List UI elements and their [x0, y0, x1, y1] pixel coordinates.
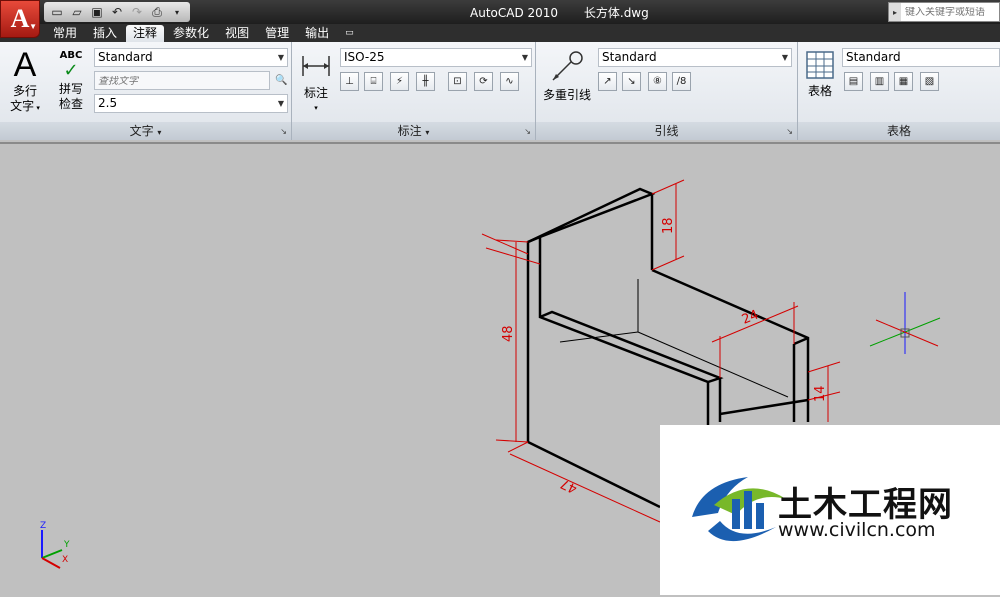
title-bar: ▭ ▱ ▣ ↶ ↷ ⎙ ▾ AutoCAD 2010 长方体.dwg ▸ — [0, 0, 1000, 24]
tab-parametric[interactable]: 参数化 — [166, 25, 216, 42]
open-icon[interactable]: ▱ — [68, 4, 86, 20]
text-style-select[interactable]: Standard ▼ — [94, 48, 288, 67]
dim-break-icon[interactable]: ⊥ — [340, 72, 359, 91]
search-box: ▸ — [888, 2, 1000, 22]
dimension-button[interactable]: 标注 ▾ — [298, 50, 334, 116]
collect-leader-icon[interactable]: ∕8 — [672, 72, 691, 91]
linear-dimension-icon — [302, 56, 330, 76]
crosshair-cursor — [869, 292, 941, 354]
align-leader-icon[interactable]: ⑧ — [648, 72, 667, 91]
redo-icon[interactable]: ↷ — [128, 4, 146, 20]
find-text-field — [94, 71, 270, 90]
multiline-text-button[interactable]: A 多行 文字 ▾ — [6, 46, 44, 116]
dimension-panel-title[interactable]: 标注 ▾ — [292, 122, 535, 140]
ucs-x-label: X — [62, 555, 68, 565]
multiline-text-label-2: 文字 — [10, 99, 35, 113]
tab-annotate[interactable]: 注释 — [126, 25, 165, 42]
table-button-label: 表格 — [807, 84, 832, 98]
file-name: 长方体.dwg — [583, 6, 649, 20]
dim-label-14: 14 — [813, 385, 828, 402]
save-icon[interactable]: ▣ — [88, 4, 106, 20]
tab-view[interactable]: 视图 — [218, 25, 256, 42]
table-download-icon[interactable]: ▦ — [894, 72, 913, 91]
table-link-icon[interactable]: ▤ — [844, 72, 863, 91]
multileader-icon — [552, 51, 583, 81]
multileader-style-select[interactable]: Standard ▼ — [598, 48, 792, 67]
text-height-select[interactable]: 2.5 ▼ — [94, 94, 288, 113]
panel-launcher-icon[interactable]: ↘ — [280, 127, 287, 136]
dim-continue-icon[interactable]: ⊡ — [448, 72, 467, 91]
app-title: AutoCAD 2010 — [470, 6, 559, 20]
panel-launcher-icon[interactable]: ↘ — [524, 127, 531, 136]
window-title: AutoCAD 2010 长方体.dwg — [470, 4, 671, 21]
dimension-button-label: 标注 — [303, 86, 328, 100]
dim-jogline-icon[interactable]: ∿ — [500, 72, 519, 91]
ribbon: A 多行 文字 ▾ ABC ✓ 拼写 检查 Standard ▼ 🔍 — [0, 42, 1000, 140]
text-panel: A 多行 文字 ▾ ABC ✓ 拼写 检查 Standard ▼ 🔍 — [0, 42, 292, 140]
multileader-label: 多重引线 — [542, 88, 591, 102]
text-a-icon: A — [13, 46, 37, 84]
dim-space-icon[interactable]: ╫ — [416, 72, 435, 91]
dimension-style-select[interactable]: ISO-25 ▼ — [340, 48, 532, 67]
spell-check-button[interactable]: ABC ✓ 拼写 检查 — [54, 50, 88, 112]
table-panel-title: 表格 — [798, 122, 1000, 140]
table-panel: 表格 Standard ▤ ▥ ▦ ▧ 表格 — [798, 42, 1000, 140]
table-button[interactable]: 表格 — [802, 50, 838, 99]
watermark: 土木工程网 www.civilcn.com — [660, 425, 1000, 595]
search-input[interactable] — [901, 6, 997, 18]
leader-panel-title: 引线 — [536, 122, 797, 140]
ucs-y-label: Y — [63, 540, 70, 550]
undo-icon[interactable]: ↶ — [108, 4, 126, 20]
dim-label-18: 18 — [661, 217, 676, 234]
find-replace-icon[interactable]: 🔍 — [272, 71, 291, 90]
watermark-url: www.civilcn.com — [778, 519, 936, 541]
tab-insert[interactable]: 插入 — [86, 25, 124, 42]
spell-check-label-2: 检查 — [58, 97, 83, 111]
dim-update-icon[interactable]: ⟳ — [474, 72, 493, 91]
spell-check-icon: ABC ✓ — [59, 50, 83, 81]
ribbon-minimize-icon[interactable]: ▭ — [338, 25, 360, 42]
table-icon — [806, 51, 834, 79]
new-icon[interactable]: ▭ — [48, 4, 66, 20]
plot-icon[interactable]: ⎙ — [148, 4, 166, 20]
leader-panel: 多重引线 Standard ▼ ↗ ↘ ⑧ ∕8 引线 ↘ — [536, 42, 798, 140]
table-upload-icon[interactable]: ▧ — [920, 72, 939, 91]
tab-manage[interactable]: 管理 — [258, 25, 296, 42]
dim-jog-icon[interactable]: ⚡ — [390, 72, 409, 91]
dropdown-arrow-icon: ▼ — [781, 53, 788, 62]
dim-label-47: 47 — [558, 475, 579, 496]
remove-leader-icon[interactable]: ↘ — [622, 72, 641, 91]
dim-label-48: 48 — [501, 325, 516, 342]
quick-access-toolbar: ▭ ▱ ▣ ↶ ↷ ⎙ ▾ — [44, 2, 190, 22]
autocad-window: ▭ ▱ ▣ ↶ ↷ ⎙ ▾ AutoCAD 2010 长方体.dwg ▸ A ▼… — [0, 0, 1000, 595]
hidden-edges — [559, 279, 789, 398]
multileader-button[interactable]: 多重引线 — [542, 50, 592, 103]
table-extract-icon[interactable]: ▥ — [870, 72, 889, 91]
find-text-input[interactable] — [98, 76, 266, 87]
dim-inspect-icon[interactable]: ⌸ — [364, 72, 383, 91]
autocad-logo-icon: A — [10, 4, 30, 33]
application-menu-button[interactable]: A ▼ — [0, 0, 40, 38]
ucs-z-label: Z — [40, 521, 46, 531]
spell-check-label: 拼写 — [58, 82, 83, 96]
dimension-panel: 标注 ▾ ISO-25 ▼ ⊥ ⌸ ⚡ ╫ ⊡ ⟳ ∿ 标注 ▾ ↘ — [292, 42, 536, 140]
ucs-icon: Z Y X — [40, 521, 70, 569]
dropdown-arrow-icon: ▼ — [521, 53, 528, 62]
add-leader-icon[interactable]: ↗ — [598, 72, 617, 91]
tab-home[interactable]: 常用 — [46, 25, 84, 42]
ribbon-tab-bar: 常用 插入 注释 参数化 视图 管理 输出 ▭ — [0, 24, 1000, 42]
chevron-down-icon: ▼ — [29, 22, 37, 31]
text-panel-title[interactable]: 文字 ▾ — [0, 122, 291, 140]
table-style-select[interactable]: Standard — [842, 48, 1000, 67]
tab-output[interactable]: 输出 — [298, 25, 336, 42]
search-expand-icon[interactable]: ▸ — [889, 3, 901, 21]
dropdown-arrow-icon: ▼ — [277, 53, 284, 62]
multiline-text-label: 多行 — [12, 84, 37, 98]
dropdown-arrow-icon: ▼ — [277, 99, 284, 108]
qat-customize-icon[interactable]: ▾ — [168, 4, 186, 20]
panel-launcher-icon[interactable]: ↘ — [786, 127, 793, 136]
